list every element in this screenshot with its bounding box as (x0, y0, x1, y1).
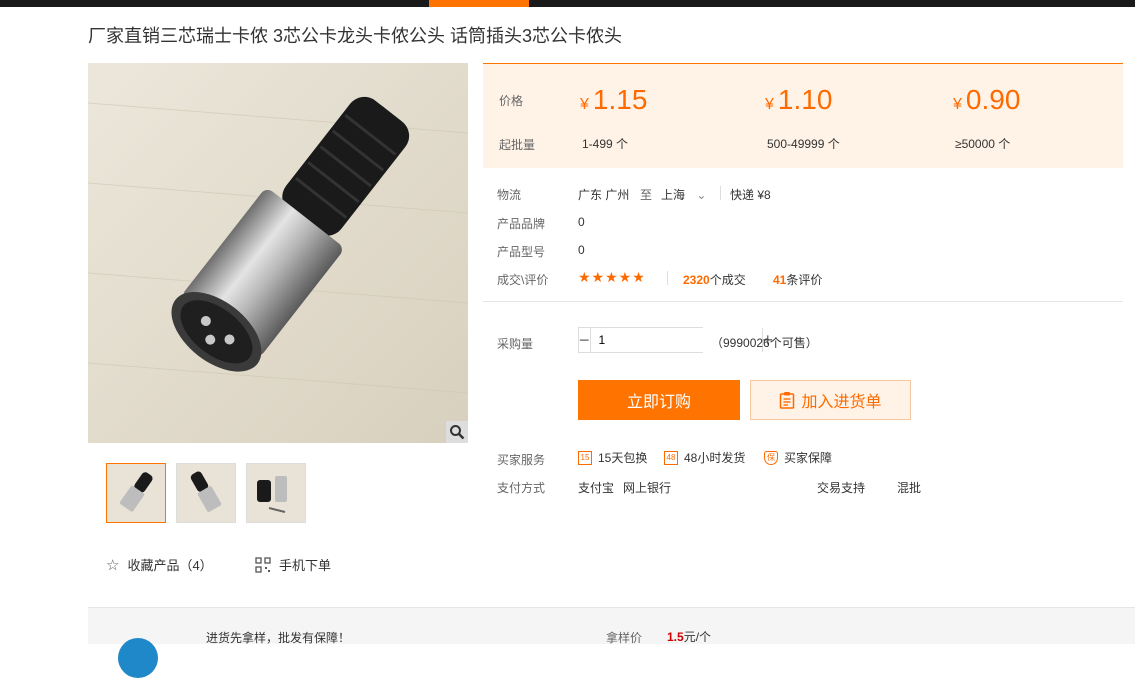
exchange-icon: 15 (578, 450, 592, 465)
chevron-down-icon: ⌄ (696, 188, 707, 202)
ship-from: 广东 广州 (578, 188, 630, 202)
divider (667, 271, 668, 285)
divider (720, 186, 721, 200)
xlr-connector-image (88, 63, 468, 443)
main-product-image[interactable] (88, 63, 468, 443)
trade-support-label: 交易支持 (817, 481, 866, 495)
logistics-label: 物流 (497, 188, 522, 202)
trade-support-value: 混批 (897, 481, 922, 495)
favorite-product-link[interactable]: ☆ 收藏产品（4） (106, 555, 213, 574)
currency-symbol: ¥ (580, 96, 589, 113)
sample-price-unit: 元/个 (683, 630, 712, 644)
rating-stars: ★★★★★ (578, 269, 646, 285)
sample-logo-icon (118, 638, 158, 678)
top-nav-active-indicator (429, 0, 529, 7)
service-label: 15天包换 (598, 451, 648, 465)
service-buyer-protection: 保 买家保障 (764, 449, 832, 466)
clipboard-icon (780, 392, 795, 409)
payment-label: 支付方式 (497, 481, 546, 495)
deals-count: 2320 (683, 273, 710, 287)
top-nav-bar (0, 0, 1135, 7)
buyer-services-label: 买家服务 (497, 453, 546, 467)
currency-symbol: ¥ (765, 96, 774, 113)
price-value: 0.90 (965, 84, 1021, 115)
price-label: 价格 (499, 94, 524, 108)
thumbnail-image (190, 471, 222, 512)
mobile-order-link[interactable]: 手机下单 (255, 555, 331, 574)
deals-suffix: 个成交 (709, 273, 746, 287)
reviews-suffix: 条评价 (786, 273, 823, 287)
payment-alipay: 支付宝 (578, 481, 615, 495)
quantity-label: 采购量 (497, 337, 534, 351)
sample-price-label: 拿样价 (606, 631, 643, 645)
thumbnail-strip (106, 463, 306, 523)
decrease-button[interactable]: − (579, 328, 590, 352)
ship-to-value: 上海 (661, 188, 686, 202)
sample-promo-text: 进货先拿样，批发有保障！ (206, 631, 351, 645)
quantity-stepper: − + (578, 327, 773, 353)
stock-available: （9990026个可售） (711, 336, 818, 350)
section-divider (483, 301, 1123, 302)
reviews-count-link[interactable]: 41条评价 (773, 271, 822, 288)
moq-tier-1: 1-499 个 (582, 137, 629, 151)
ship-to-word: 至 (640, 188, 653, 202)
deals-label: 成交\评价 (497, 273, 549, 287)
price-tier-2: ¥1.10 (765, 84, 832, 116)
ship-to-select[interactable]: 上海 ⌄ (661, 186, 706, 203)
magnifier-icon (450, 425, 465, 440)
deals-count-link[interactable]: 2320个成交 (683, 271, 746, 288)
currency-symbol: ¥ (953, 96, 962, 113)
moq-label: 起批量 (499, 138, 536, 152)
price-tier-1: ¥1.15 (580, 84, 647, 116)
price-value: 1.10 (777, 84, 833, 115)
order-now-button[interactable]: 立即订购 (578, 380, 740, 420)
model-value: 0 (578, 243, 585, 257)
price-panel: 价格 起批量 ¥1.15 1-499 个 ¥1.10 500-49999 个 ¥… (483, 63, 1123, 168)
moq-tier-3: ≥50000 个 (955, 137, 1011, 151)
product-title: 厂家直销三芯瑞士卡侬 3芯公卡龙头卡侬公头 话筒插头3芯公卡侬头 (88, 26, 623, 46)
mobile-order-label: 手机下单 (279, 558, 332, 573)
add-to-cart-button[interactable]: 加入进货单 (750, 380, 911, 420)
thumbnail-1[interactable] (106, 463, 166, 523)
shield-icon: 保 (764, 450, 778, 465)
thumbnail-3[interactable] (246, 463, 306, 523)
star-outline-icon: ☆ (106, 556, 120, 574)
sample-price: 1.5元/个 (667, 628, 711, 645)
thumbnail-image (119, 472, 153, 512)
payment-online-bank: 网上银行 (623, 481, 672, 495)
brand-value: 0 (578, 215, 585, 229)
shipping-time-icon: 48 (664, 450, 678, 465)
sample-banner: 进货先拿样，批发有保障！ 拿样价 1.5元/个 (88, 607, 1135, 678)
thumbnail-2[interactable] (176, 463, 236, 523)
favorite-label: 收藏产品（4） (127, 558, 213, 573)
price-tier-3: ¥0.90 (953, 84, 1020, 116)
shipping-fee: 快递 ¥8 (730, 188, 771, 202)
sample-price-value: 1.5 (667, 630, 684, 644)
service-label: 48小时发货 (684, 451, 746, 465)
price-value: 1.15 (592, 84, 648, 115)
service-48h-shipping: 48 48小时发货 (664, 449, 745, 466)
reviews-count: 41 (773, 273, 787, 287)
zoom-button[interactable] (446, 421, 468, 443)
service-15-day-exchange: 15 15天包换 (578, 449, 647, 466)
qr-code-icon (255, 556, 271, 573)
add-to-cart-label: 加入进货单 (801, 394, 882, 411)
moq-tier-2: 500-49999 个 (767, 137, 840, 151)
thumbnail-image (257, 476, 287, 513)
model-label: 产品型号 (497, 245, 546, 259)
service-label: 买家保障 (784, 451, 833, 465)
minus-icon: − (579, 329, 590, 350)
brand-label: 产品品牌 (497, 217, 546, 231)
